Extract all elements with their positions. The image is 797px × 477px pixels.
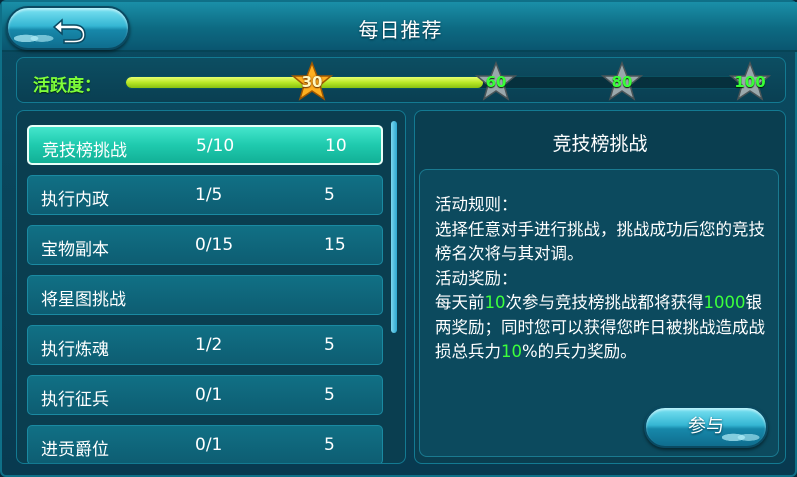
game-window: 每日推荐 活跃度： 30 60 80 100 竞技榜挑战 5/10 10 执行内… — [0, 0, 797, 477]
task-points: 5 — [324, 385, 335, 405]
task-list-panel: 竞技榜挑战 5/10 10 执行内政 1/5 5 宝物副本 0/15 15 将星… — [16, 110, 406, 464]
task-detail-panel: 竞技榜挑战 活动规则： 选择任意对手进行挑战，挑战成功后您的竞技榜名次将与其对调… — [414, 110, 786, 464]
join-button-label: 参与 — [688, 416, 724, 437]
milestone-value: 100 — [734, 73, 766, 91]
milestone-value: 60 — [485, 73, 507, 91]
reward-highlight-silver: 1000 — [703, 293, 746, 312]
task-progress: 5/10 — [196, 136, 235, 156]
detail-description-box: 活动规则： 选择任意对手进行挑战，挑战成功后您的竞技榜名次将与其对调。 活动奖励… — [419, 169, 779, 457]
reward-highlight-count: 10 — [484, 293, 506, 312]
detail-title: 竞技榜挑战 — [552, 133, 648, 155]
milestone-star-80[interactable]: 80 — [601, 61, 643, 103]
detail-description: 活动规则： 选择任意对手进行挑战，挑战成功后您的竞技榜名次将与其对调。 活动奖励… — [435, 193, 775, 365]
reward-highlight-percent: 10 — [501, 342, 522, 361]
task-row-internal-affairs[interactable]: 执行内政 1/5 5 — [27, 175, 383, 215]
task-progress: 1/2 — [195, 335, 223, 355]
reward-label: 活动奖励： — [435, 268, 518, 288]
cloud-decoration — [722, 429, 760, 443]
task-name: 进贡爵位 — [41, 440, 109, 460]
task-progress: 0/1 — [195, 435, 223, 455]
milestone-value: 30 — [301, 73, 323, 91]
task-row-treasure-dungeon[interactable]: 宝物副本 0/15 15 — [27, 225, 383, 265]
activity-label: 活跃度： — [33, 76, 101, 96]
task-points: 5 — [324, 435, 335, 455]
milestone-star-30[interactable]: 30 — [291, 61, 333, 103]
task-name: 执行炼魂 — [41, 340, 109, 360]
task-name: 竞技榜挑战 — [42, 141, 127, 161]
task-row-arena-challenge[interactable]: 竞技榜挑战 5/10 10 — [27, 125, 383, 165]
task-name: 执行征兵 — [41, 390, 109, 410]
milestone-star-60[interactable]: 60 — [475, 61, 517, 103]
task-row-soul-refining[interactable]: 执行炼魂 1/2 5 — [27, 325, 383, 365]
task-points: 15 — [324, 235, 346, 255]
rules-label: 活动规则： — [435, 195, 518, 214]
rules-text: 选择任意对手进行挑战，挑战成功后您的竞技榜名次将与其对调。 — [435, 219, 765, 264]
task-points: 10 — [325, 136, 347, 156]
task-progress: 0/1 — [195, 385, 223, 405]
activity-track — [125, 76, 765, 89]
task-progress: 0/15 — [195, 235, 234, 255]
milestone-star-100[interactable]: 100 — [729, 61, 771, 103]
task-row-star-map-challenge[interactable]: 将星图挑战 — [27, 275, 383, 315]
task-points: 5 — [324, 335, 335, 355]
task-row-tribute-title[interactable]: 进贡爵位 0/1 5 — [27, 425, 383, 463]
task-list-scrollbar[interactable] — [391, 121, 397, 333]
reward-text-part: %的兵力奖励。 — [522, 342, 637, 361]
task-row-conscription[interactable]: 执行征兵 0/1 5 — [27, 375, 383, 415]
task-name: 将星图挑战 — [41, 290, 126, 310]
reward-text: 每天前10次参与竞技榜挑战都将获得1000银两奖励；同时您可以获得您昨日被挑战造… — [435, 291, 775, 365]
task-name: 宝物副本 — [41, 240, 109, 260]
title-bar: 每日推荐 — [2, 2, 797, 52]
milestone-value: 80 — [611, 73, 633, 91]
reward-text-part: 每天前 — [435, 293, 485, 312]
task-name: 执行内政 — [41, 190, 109, 210]
join-button[interactable]: 参与 — [644, 406, 768, 448]
reward-text-part: 次参与竞技榜挑战都将获得 — [505, 293, 704, 312]
activity-bar: 活跃度： 30 60 80 100 — [16, 57, 786, 103]
task-progress: 1/5 — [195, 185, 223, 205]
task-points: 5 — [324, 185, 335, 205]
page-title: 每日推荐 — [358, 18, 443, 42]
